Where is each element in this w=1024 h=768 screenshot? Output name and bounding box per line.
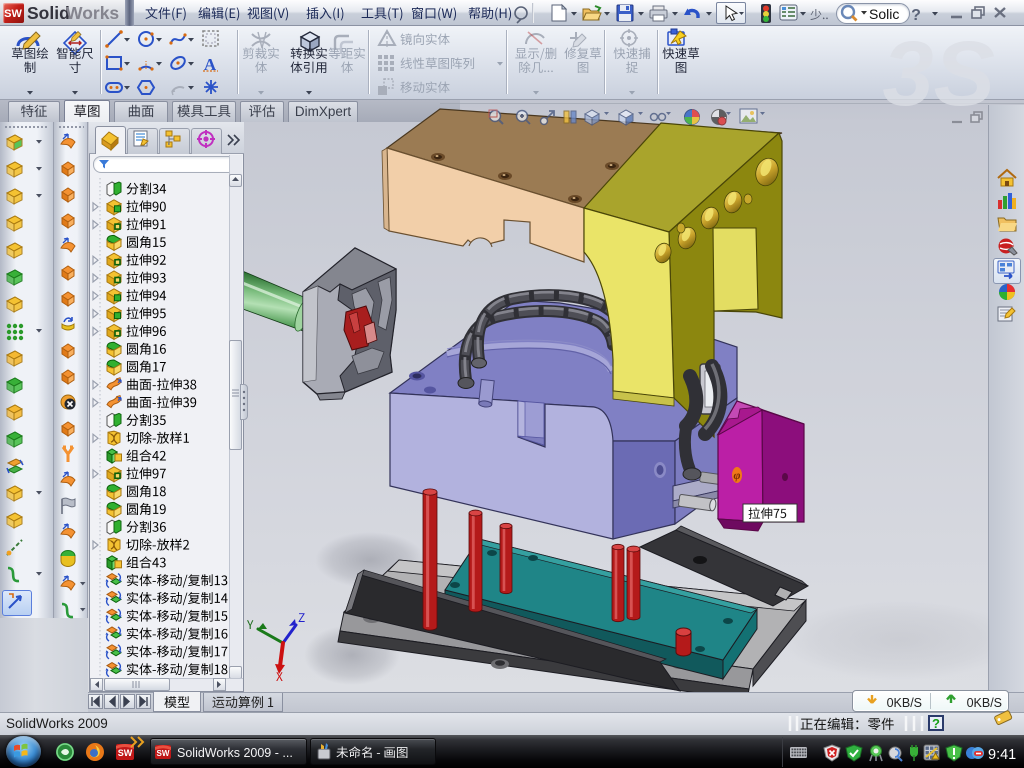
svg-text:φ: φ (733, 468, 740, 482)
